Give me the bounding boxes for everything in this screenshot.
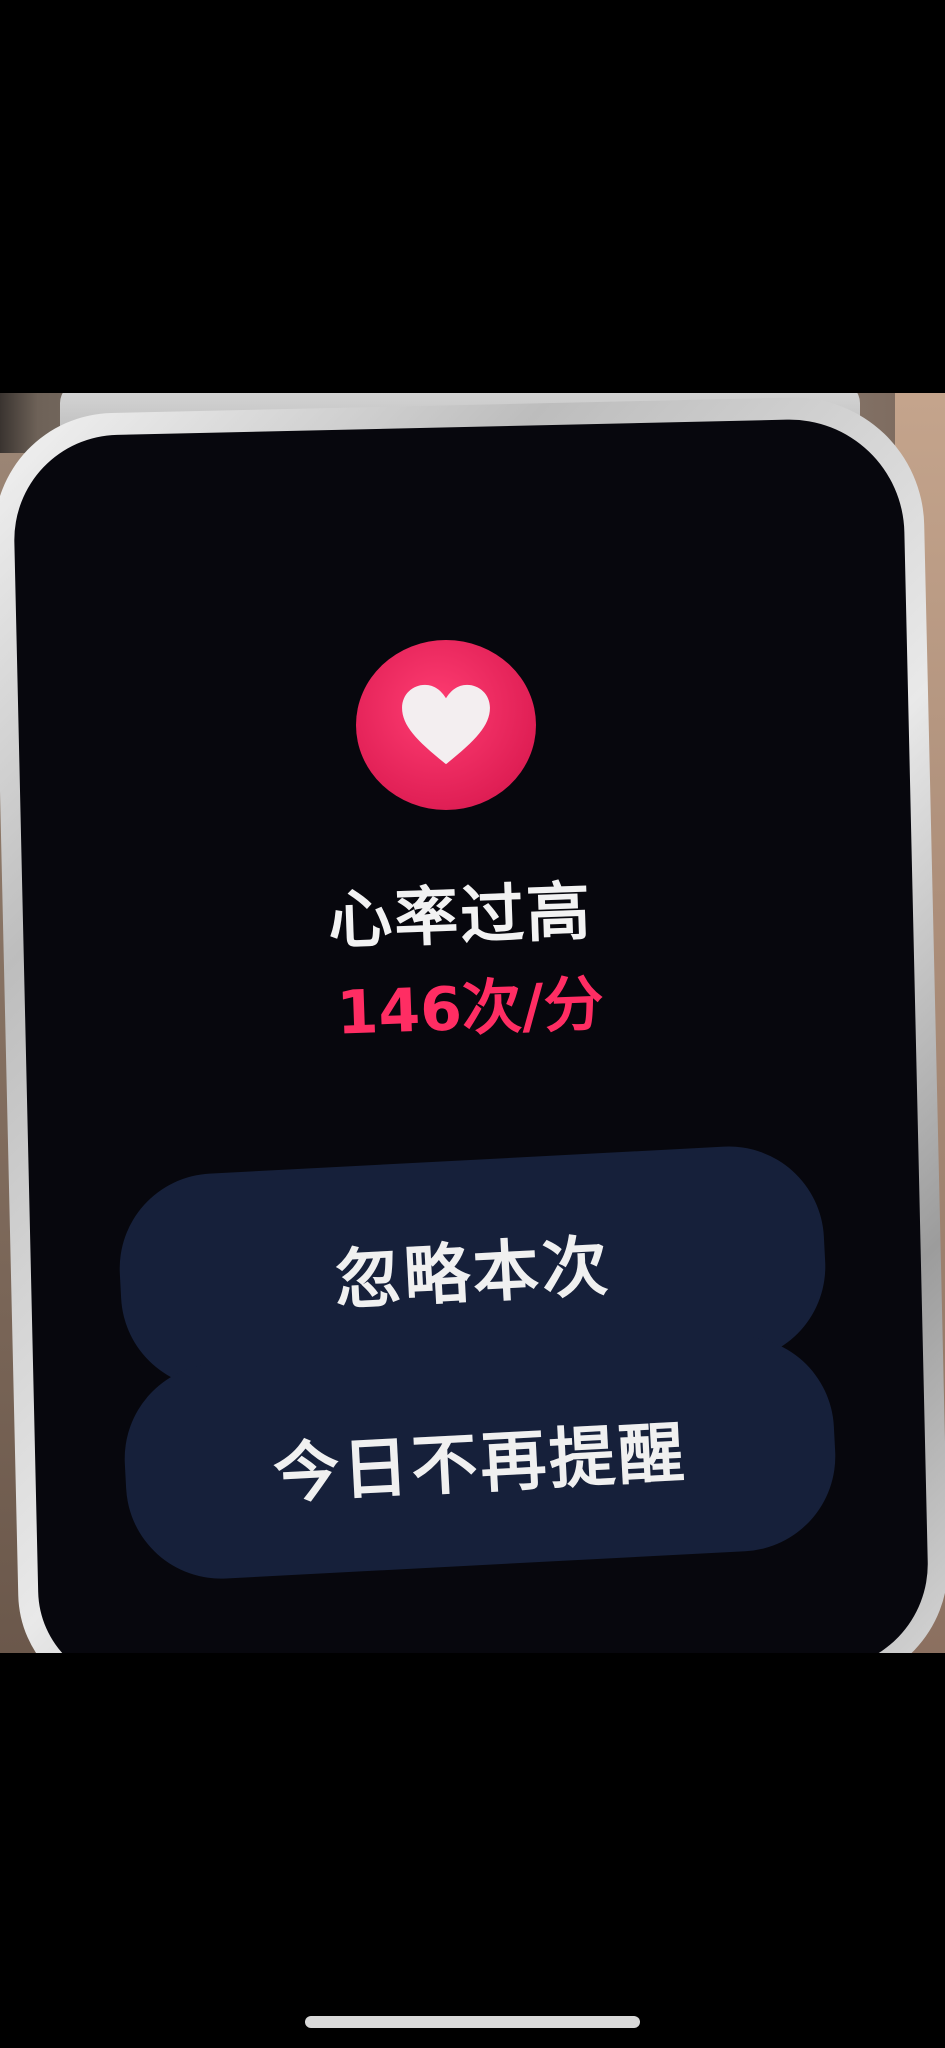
alert-title: 心率过高	[326, 875, 594, 959]
screenshot-page: 心率过高 146次/分 忽略本次 今日不再提醒	[0, 0, 945, 2048]
heart-rate-value: 146次/分	[335, 969, 605, 1049]
heart-icon-badge	[356, 640, 536, 810]
home-indicator[interactable]	[305, 2016, 640, 2028]
mute-today-button[interactable]: 今日不再提醒	[119, 1331, 841, 1584]
heart-icon	[402, 684, 490, 765]
mute-today-button-label: 今日不再提醒	[271, 1413, 690, 1513]
ignore-button-label: 忽略本次	[332, 1227, 613, 1319]
